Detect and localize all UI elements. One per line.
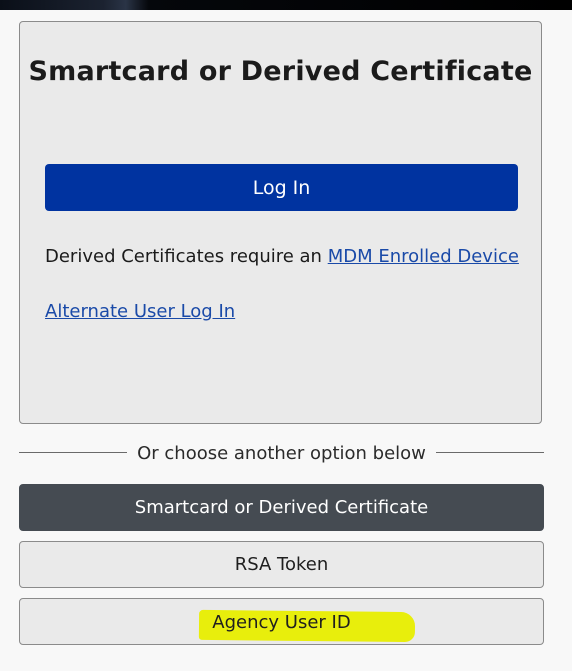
log-in-button[interactable]: Log In	[45, 164, 518, 211]
mdm-enrolled-device-link[interactable]: MDM Enrolled Device	[328, 246, 519, 267]
panel-title: Smartcard or Derived Certificate	[28, 56, 533, 87]
header-background-strip	[0, 0, 572, 10]
divider-line-right	[436, 452, 544, 453]
derived-notice-text: Derived Certificates require an	[45, 246, 328, 267]
derived-certificate-notice: Derived Certificates require an MDM Enro…	[45, 246, 519, 267]
smartcard-option-button[interactable]: Smartcard or Derived Certificate	[19, 484, 544, 531]
rsa-token-option-button[interactable]: RSA Token	[19, 541, 544, 588]
options-divider: Or choose another option below	[19, 441, 544, 469]
yellow-highlight-mark	[198, 609, 416, 643]
alternate-login-container: Alternate User Log In	[45, 301, 235, 322]
smartcard-login-panel: Smartcard or Derived Certificate Log In …	[19, 21, 542, 424]
alternate-user-login-link[interactable]: Alternate User Log In	[45, 301, 235, 322]
divider-text: Or choose another option below	[137, 443, 426, 464]
